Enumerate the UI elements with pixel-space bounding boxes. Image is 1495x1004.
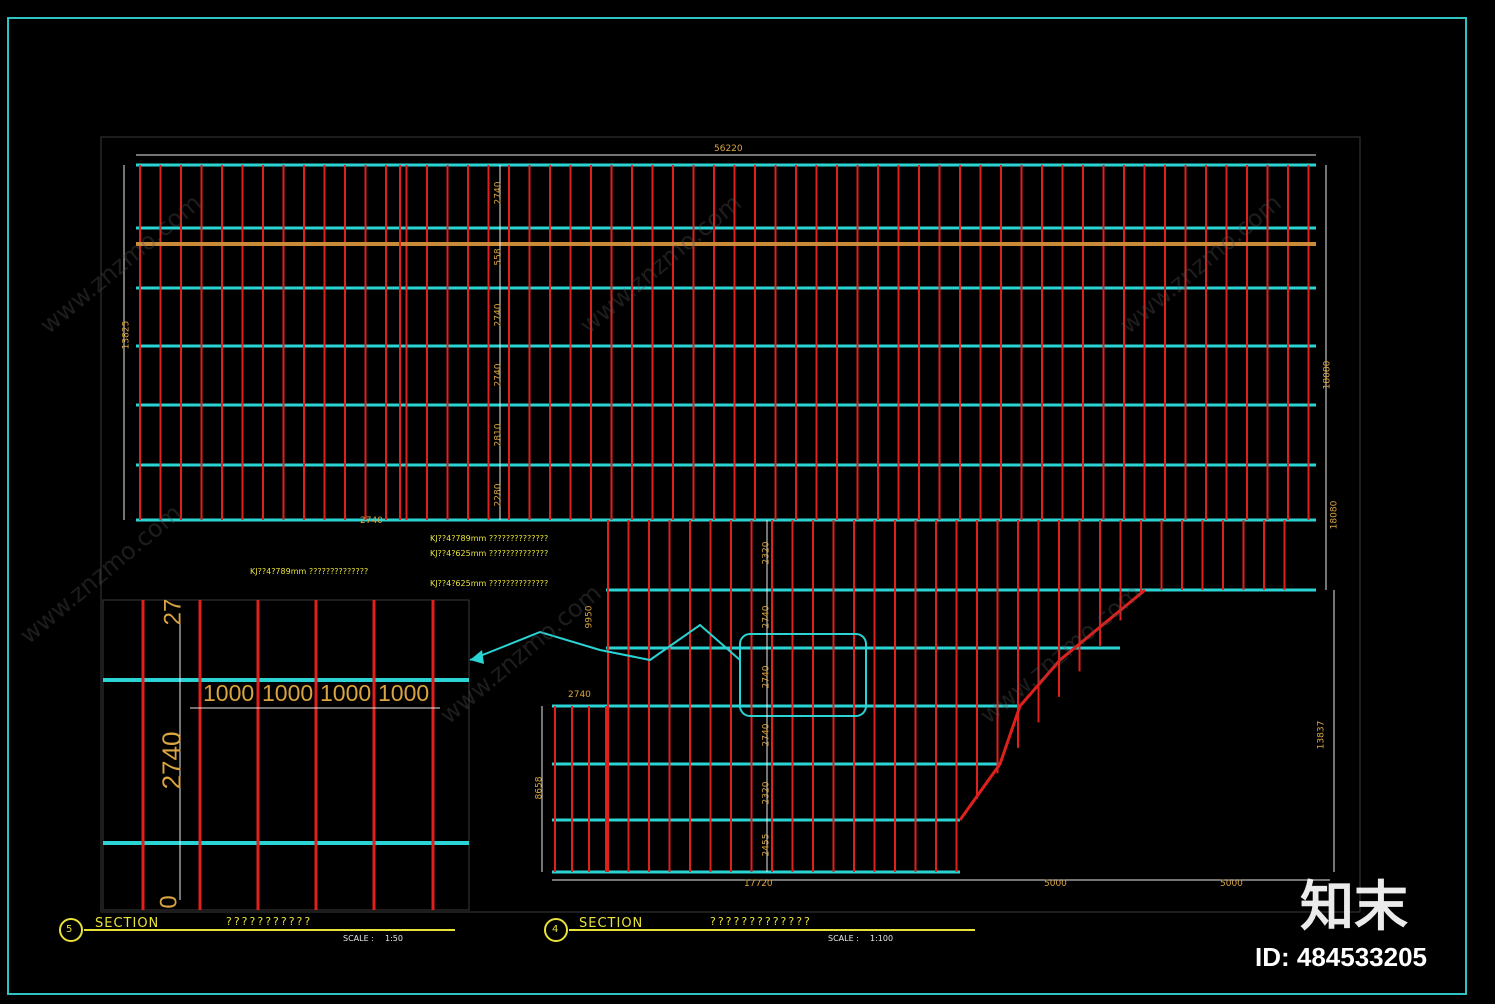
highlight-box [739,633,867,717]
callout-1: KJ??4?789mm ?????????????? [430,534,549,543]
detail-bottom-label: 0 [155,895,183,909]
section-4-number: 4 [552,924,559,935]
mid-row-dim-1: 2320 [761,541,772,565]
mid-row-dim-5: 2320 [761,781,772,805]
small-dim-1: 2740 [360,516,383,526]
section-4-scale-label: SCALE : [828,934,859,943]
small-dim-2: 2740 [568,690,591,700]
bottom-width-mid: 5000 [1044,879,1067,889]
roof-framing-plan [136,163,1316,874]
section-5-scale-label: SCALE : [343,934,374,943]
bottom-width-right: 5000 [1220,879,1243,889]
section-5-label: SECTION [95,916,160,931]
detail-spacing-3: 1000 [320,680,372,706]
row-dim-3: 2740 [493,303,504,327]
right-lower-label: 13837 [1316,720,1327,750]
section-4-label: SECTION [579,916,644,931]
image-id: ID: 484533205 [1255,942,1428,972]
bottom-left-height: 8658 [534,776,545,800]
brand-logo: 知末 [1300,875,1408,938]
callout-2: KJ??4?625mm ?????????????? [430,549,549,558]
callout-4: KJ??4?625mm ?????????????? [430,579,549,588]
section-4-scale-value: 1:100 [870,934,894,943]
section-4-title: ????????????? [710,915,812,928]
section-5-title: ??????????? [226,915,313,928]
cad-drawing: 56220 13825 18080 18080 13837 17720 5000… [0,0,1495,1000]
row-dim-2: 558 [493,248,504,266]
overall-width-label: 56220 [714,144,743,154]
mid-row-dim-3: 2740 [761,665,772,689]
mid-row-dim-2: 2740 [761,605,772,629]
mid-row-dim-6: 2455 [761,833,772,857]
drawing-canvas [7,17,1467,995]
bottom-width-left: 17720 [744,879,773,889]
callout-3: KJ??4?789mm ?????????????? [250,567,369,576]
mid-row-dim-4: 2740 [761,723,772,747]
row-dim-5: 2810 [493,423,504,447]
dimension-lines [123,154,1335,881]
detail-top-label: 27 [159,598,187,626]
right-height-label: 18080 [1322,360,1333,390]
detail-spacing-4: 1000 [378,680,430,706]
detail-spacing-1: 1000 [203,680,255,706]
row-dim-6: 2280 [493,483,504,507]
row-dim-1: 2740 [493,181,504,205]
section-5-number: 5 [66,924,73,935]
detail-row-height: 2740 [156,731,187,790]
left-height-label: 13825 [121,320,132,350]
section-5-scale-value: 1:50 [385,934,403,943]
detail-spacing-2: 1000 [262,680,314,706]
right-height-label-2: 18080 [1329,500,1340,530]
row-dim-4: 2740 [493,363,504,387]
leader-arrow [470,650,484,664]
